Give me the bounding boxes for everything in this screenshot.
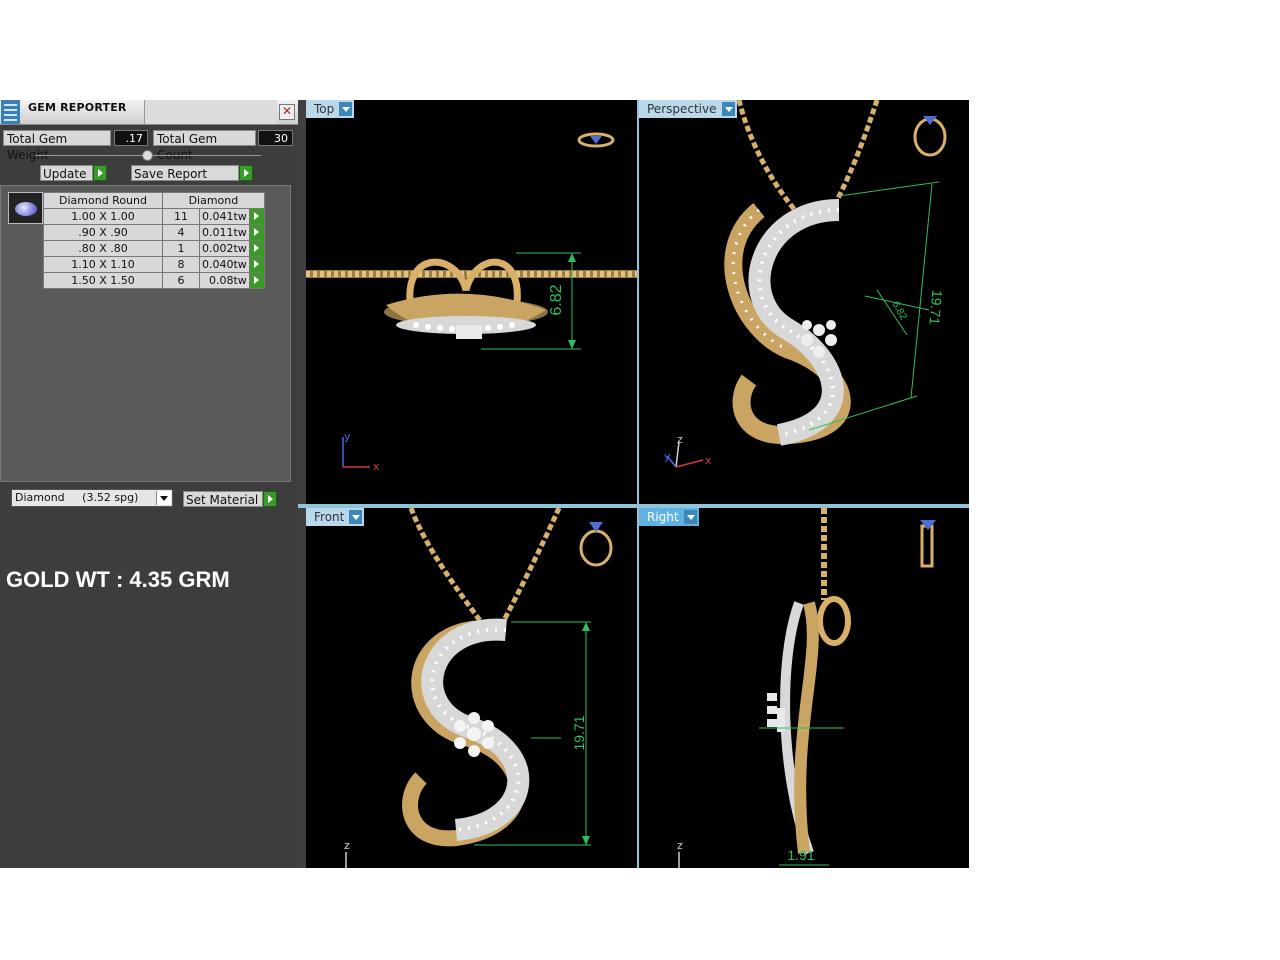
- axis-x-label: x: [373, 460, 380, 473]
- diamond-round-thumbnail[interactable]: [8, 192, 43, 224]
- axis-z-label: z: [677, 839, 683, 852]
- diamond-gem-icon: [15, 202, 37, 216]
- tab-perspective[interactable]: Perspective: [639, 100, 737, 118]
- axis-z-label: z: [344, 839, 350, 852]
- row-go-icon[interactable]: [248, 272, 265, 289]
- gem-count: 6: [162, 272, 200, 289]
- ring-orientation-icon: [913, 116, 947, 157]
- material-select[interactable]: Diamond (3.52 spg): [11, 489, 173, 507]
- row-go-icon[interactable]: [248, 256, 265, 273]
- material-select-value: Diamond (3.52 spg): [15, 491, 139, 504]
- tab-perspective-label: Perspective: [647, 102, 717, 116]
- gem-weight: 0.002tw: [199, 240, 250, 257]
- tab-top[interactable]: Top: [306, 100, 355, 118]
- close-icon[interactable]: ✕: [279, 104, 295, 120]
- front-dimension-label: 19.71: [571, 715, 587, 750]
- perspective-dimension-small: 6.82: [890, 300, 909, 323]
- front-view-render: 19.71 z: [344, 508, 613, 868]
- right-view-render: 1.91 z: [677, 508, 936, 868]
- gem-count: 11: [162, 208, 200, 225]
- total-gem-weight-value: .17: [114, 130, 148, 146]
- set-material-button[interactable]: Set Material: [183, 491, 263, 507]
- gem-table: Diamond Round Diamond 1.00 X 1.00 11 0.0…: [43, 192, 265, 289]
- top-dimension-label: 6.82: [548, 284, 565, 315]
- gem-size: 1.10 X 1.10: [43, 256, 163, 273]
- update-button[interactable]: Update: [40, 165, 93, 181]
- top-view-render: 6.82 y x: [306, 132, 637, 473]
- row-go-icon[interactable]: [248, 208, 265, 225]
- row-go-icon[interactable]: [248, 240, 265, 257]
- total-gem-weight-label: Total Gem Weight: [3, 130, 111, 162]
- gold-weight-text: GOLD WT : 4.35 GRM: [6, 567, 230, 592]
- set-material-go-icon[interactable]: [263, 491, 277, 507]
- tab-top-label: Top: [314, 102, 335, 116]
- gem-weight: 0.011tw: [199, 224, 250, 241]
- viewport-right[interactable]: 1.91 z Right: [639, 508, 969, 868]
- axis-y-label: y: [664, 450, 671, 463]
- tab-right[interactable]: Right: [639, 508, 699, 526]
- ring-orientation-icon: [579, 522, 613, 567]
- table-row: 1.50 X 1.50 6 0.08tw: [43, 272, 265, 289]
- column-header-shape: Diamond Round: [43, 192, 163, 209]
- gem-count: 1: [162, 240, 200, 257]
- gem-size: 1.50 X 1.50: [43, 272, 163, 289]
- gem-count: 4: [162, 224, 200, 241]
- chevron-down-icon[interactable]: [683, 510, 697, 524]
- row-go-icon[interactable]: [248, 224, 265, 241]
- tab-front-label: Front: [314, 510, 345, 524]
- panel-slider-handle[interactable]: [142, 150, 153, 161]
- chain: [408, 508, 562, 628]
- table-row: .80 X .80 1 0.002tw: [43, 240, 265, 257]
- chevron-down-icon[interactable]: [349, 510, 363, 524]
- column-header-material: Diamond: [162, 192, 265, 209]
- axis-y-label: y: [344, 430, 351, 443]
- save-report-button[interactable]: Save Report: [131, 165, 239, 181]
- ring-orientation-icon: [577, 132, 615, 148]
- gem-size: .90 X .90: [43, 224, 163, 241]
- perspective-dimension-main: 19.71: [926, 289, 945, 326]
- panel-titlebar: GEM REPORTER ✕: [0, 100, 298, 125]
- gem-reporter-panel: GEM REPORTER ✕ Total Gem Weight .17 Tota…: [0, 100, 298, 868]
- tab-right-label: Right: [647, 510, 679, 524]
- table-row: .90 X .90 4 0.011tw: [43, 224, 265, 241]
- chevron-down-icon[interactable]: [156, 491, 171, 505]
- viewport-front[interactable]: 19.71 z Front: [306, 508, 637, 868]
- viewport-perspective[interactable]: 19.71 6.82 z x y Perspective: [639, 100, 969, 504]
- total-gem-count-value: 30: [258, 130, 293, 146]
- ring-orientation-icon: [920, 520, 936, 568]
- gem-weight: 0.08tw: [199, 272, 250, 289]
- axis-x-label: x: [705, 454, 712, 467]
- chevron-down-icon[interactable]: [721, 102, 735, 116]
- table-row: 1.10 X 1.10 8 0.040tw: [43, 256, 265, 273]
- panel-title: GEM REPORTER: [28, 101, 127, 114]
- axis-z-label: z: [677, 433, 683, 446]
- axis-gizmo: [666, 441, 704, 468]
- right-dimension-label: 1.91: [787, 847, 814, 863]
- total-gem-count-label: Total Gem Count: [153, 130, 256, 162]
- table-row: 1.00 X 1.00 11 0.041tw: [43, 208, 265, 225]
- gem-size: 1.00 X 1.00: [43, 208, 163, 225]
- perspective-view-render: 19.71 6.82 z x y: [664, 100, 947, 468]
- app-window: GEM REPORTER ✕ Total Gem Weight .17 Tota…: [0, 100, 969, 868]
- gem-weight: 0.041tw: [199, 208, 250, 225]
- gem-size: .80 X .80: [43, 240, 163, 257]
- title-tab-blank: [144, 100, 277, 124]
- update-go-icon[interactable]: [93, 165, 107, 181]
- tab-front[interactable]: Front: [306, 508, 365, 526]
- chevron-down-icon[interactable]: [339, 102, 353, 116]
- chain: [736, 100, 880, 217]
- gem-weight: 0.040tw: [199, 256, 250, 273]
- save-report-go-icon[interactable]: [239, 165, 253, 181]
- gem-count: 8: [162, 256, 200, 273]
- gem-reporter-logo-icon: [1, 100, 20, 124]
- viewport-top[interactable]: 6.82 y x Top: [306, 100, 637, 504]
